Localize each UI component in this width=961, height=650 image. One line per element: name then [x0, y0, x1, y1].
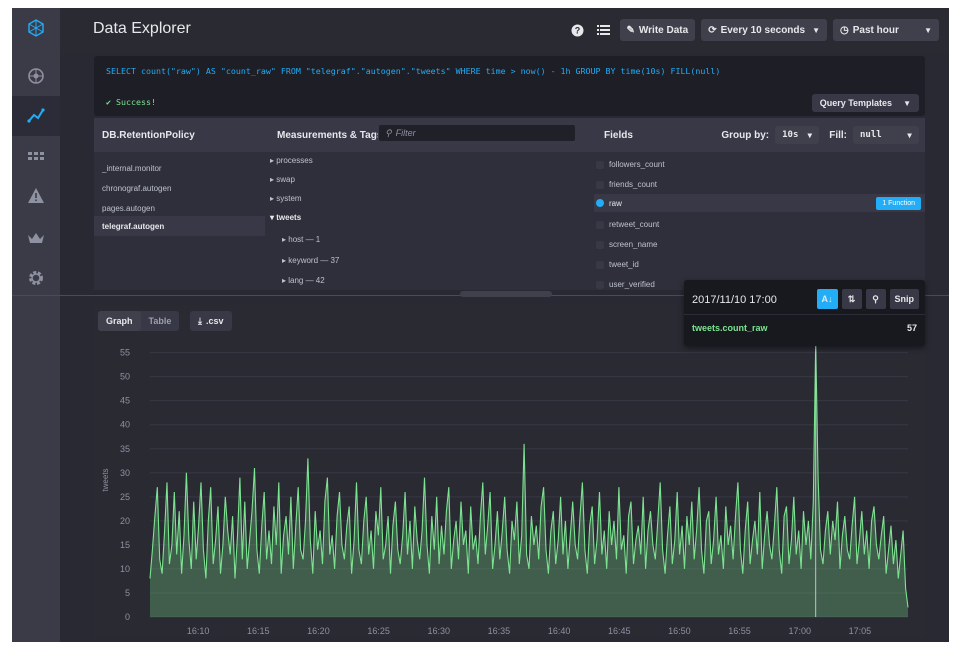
- measurement-item[interactable]: ▸ processes: [270, 156, 313, 165]
- tooltip-time: 2017/11/10 17:00: [692, 294, 777, 306]
- pencil-icon: ✎: [626, 24, 635, 36]
- field-checkbox[interactable]: [596, 161, 604, 169]
- tag-item[interactable]: ▸ lang — 42: [282, 276, 325, 285]
- x-tick-label: 16:30: [427, 626, 450, 636]
- write-data-button[interactable]: ✎ Write Data: [619, 19, 696, 41]
- fields-column-header: Fields Group by: 10s ▼ Fill: null ▼: [594, 118, 925, 152]
- caret-down-icon: ▼: [903, 98, 911, 108]
- db-item[interactable]: pages.autogen: [102, 204, 155, 213]
- influx-logo-icon[interactable]: [12, 8, 60, 48]
- graph-icon[interactable]: [12, 96, 60, 136]
- field-item[interactable]: followers_count: [609, 160, 665, 169]
- clock-icon: ◷: [840, 24, 849, 36]
- y-tick-label: 45: [120, 396, 130, 406]
- cube-icon[interactable]: [12, 56, 60, 96]
- x-tick-label: 17:05: [849, 626, 872, 636]
- y-tick-label: 5: [125, 588, 130, 598]
- field-checkbox[interactable]: [596, 281, 604, 289]
- caret-down-icon: ▼: [807, 130, 813, 140]
- query-status: ✔ Success!: [106, 97, 156, 107]
- y-tick-label: 25: [120, 492, 130, 502]
- alert-triangle-icon[interactable]: [12, 176, 60, 216]
- field-item[interactable]: user_verified: [609, 280, 655, 289]
- line-chart[interactable]: 0 5 10 15 20 25 30 35 40 45 50 55 16:10 16:15 16:20 16:…: [94, 305, 925, 637]
- field-item-selected[interactable]: raw: [609, 199, 622, 208]
- field-item[interactable]: retweet_count: [609, 220, 659, 229]
- db-item[interactable]: chronograf.autogen: [102, 184, 171, 193]
- query-text[interactable]: SELECT count("raw") AS "count_raw" FROM …: [106, 66, 720, 76]
- x-tick-label: 16:55: [728, 626, 751, 636]
- tag-item[interactable]: ▸ keyword — 37: [282, 256, 339, 265]
- svg-text:?: ?: [575, 25, 581, 35]
- function-badge[interactable]: 1 Function: [876, 197, 921, 210]
- measurement-item-expanded[interactable]: ▾ tweets: [270, 213, 301, 222]
- filter-input[interactable]: ⚲ Filter: [378, 124, 576, 142]
- field-checkbox-checked[interactable]: [596, 199, 604, 207]
- x-tick-label: 16:15: [247, 626, 270, 636]
- caret-down-icon: ▼: [812, 25, 820, 35]
- y-tick-label: 0: [125, 612, 130, 622]
- graph-tooltip: 2017/11/10 17:00 A↓ ⇅ ⚲ Snip tweets.coun…: [684, 280, 925, 346]
- x-tick-label: 16:50: [668, 626, 691, 636]
- x-tick-label: 16:45: [608, 626, 631, 636]
- graph-panel: Graph Table ⤓ .csv 0 5 10 15 20 25 30 35 40 45 50 5…: [94, 305, 925, 637]
- x-tick-label: 16:10: [187, 626, 210, 636]
- page-header: Data Explorer ? ✎ Write Data ⟳ Every 10 …: [60, 8, 949, 54]
- measurement-item[interactable]: ▸ system: [270, 194, 302, 203]
- sort-alpha-icon[interactable]: A↓: [816, 289, 838, 309]
- y-tick-label: 50: [120, 372, 130, 382]
- query-editor[interactable]: SELECT count("raw") AS "count_raw" FROM …: [94, 56, 925, 116]
- series-area: [150, 343, 908, 617]
- y-axis-label: tweets: [101, 468, 110, 491]
- field-checkbox[interactable]: [596, 261, 604, 269]
- y-tick-label: 10: [120, 564, 130, 574]
- list-icon[interactable]: [594, 19, 614, 41]
- field-item[interactable]: screen_name: [609, 240, 657, 249]
- tag-item[interactable]: ▸ host — 1: [282, 235, 320, 244]
- x-tick-label: 17:00: [788, 626, 811, 636]
- question-icon[interactable]: ?: [568, 19, 588, 41]
- query-templates-dropdown[interactable]: Query Templates ▼: [811, 94, 919, 112]
- search-icon: ⚲: [385, 127, 392, 138]
- x-tick-label: 16:40: [548, 626, 571, 636]
- gear-icon[interactable]: [12, 258, 60, 298]
- x-tick-label: 16:25: [367, 626, 390, 636]
- tooltip-series-name: tweets.count_raw: [692, 323, 768, 333]
- time-range-dropdown[interactable]: ◷ Past hour ▼: [833, 19, 939, 41]
- crown-icon[interactable]: [12, 218, 60, 258]
- sort-numeric-icon[interactable]: ⇅: [841, 289, 862, 309]
- sidebar: [12, 8, 60, 642]
- measurement-item[interactable]: ▸ swap: [270, 175, 295, 184]
- page-title: Data Explorer: [93, 20, 191, 37]
- y-tick-label: 35: [120, 444, 130, 454]
- field-checkbox[interactable]: [596, 221, 604, 229]
- y-tick-label: 15: [120, 540, 130, 550]
- db-item[interactable]: _internal.monitor: [102, 164, 162, 173]
- field-item[interactable]: tweet_id: [609, 260, 639, 269]
- resize-handle[interactable]: [460, 291, 552, 297]
- db-item-selected[interactable]: telegraf.autogen: [102, 222, 164, 231]
- y-tick-label: 40: [120, 420, 130, 430]
- y-tick-label: 30: [120, 468, 130, 478]
- x-tick-label: 16:20: [307, 626, 330, 636]
- dashboard-icon[interactable]: [12, 136, 60, 176]
- fill-dropdown[interactable]: null ▼: [853, 126, 919, 144]
- db-column-header: DB.RetentionPolicy: [94, 118, 265, 152]
- y-tick-label: 20: [120, 516, 130, 526]
- app-window: Data Explorer ? ✎ Write Data ⟳ Every 10 …: [12, 8, 949, 642]
- caret-down-icon: ▼: [907, 130, 912, 140]
- refresh-icon: ⟳: [708, 24, 717, 36]
- field-item[interactable]: friends_count: [609, 180, 657, 189]
- snip-button[interactable]: Snip: [889, 289, 919, 309]
- y-tick-label: 55: [120, 348, 130, 358]
- schema-explorer: DB.RetentionPolicy Measurements & Tags ⚲…: [94, 118, 925, 290]
- field-checkbox[interactable]: [596, 241, 604, 249]
- search-icon[interactable]: ⚲: [865, 289, 886, 309]
- refresh-interval-dropdown[interactable]: ⟳ Every 10 seconds ▼: [701, 19, 827, 41]
- tooltip-series-value: 57: [906, 323, 917, 333]
- field-checkbox[interactable]: [596, 181, 604, 189]
- group-by-dropdown[interactable]: 10s ▼: [775, 126, 820, 144]
- caret-down-icon: ▼: [924, 25, 932, 35]
- x-tick-label: 16:35: [488, 626, 511, 636]
